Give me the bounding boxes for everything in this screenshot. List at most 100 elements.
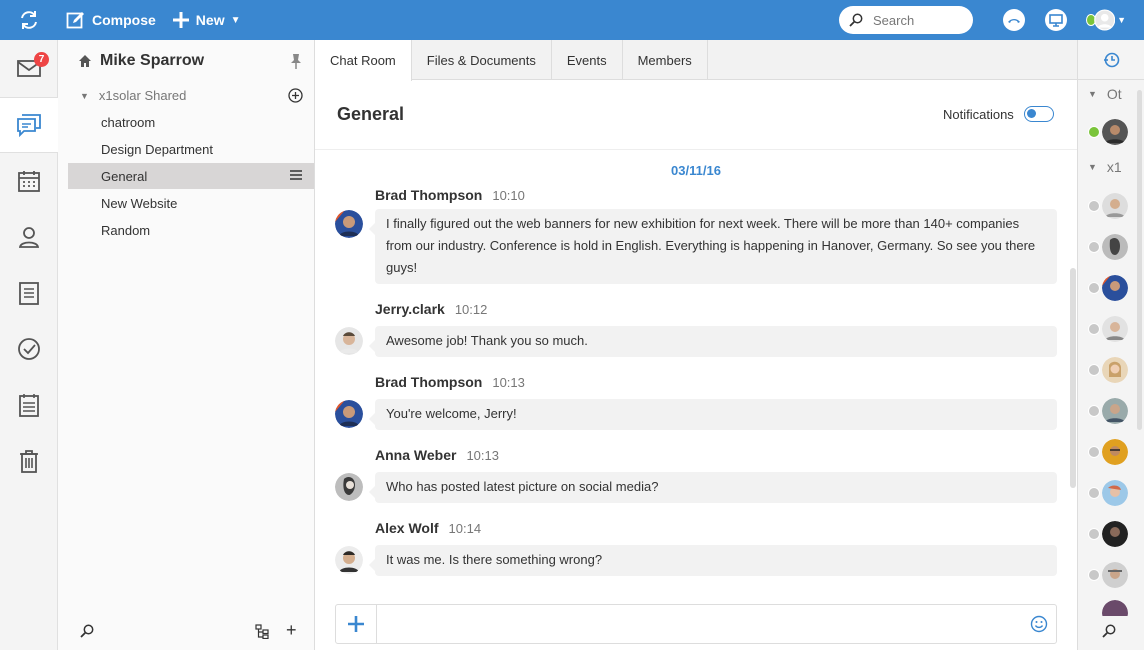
app-rail: 7 — [0, 40, 58, 650]
channel-item-new-website[interactable]: New Website — [68, 190, 314, 216]
monitor-icon — [1045, 9, 1067, 31]
tab-events[interactable]: Events — [552, 40, 623, 80]
message-author: Jerry.clark — [375, 301, 445, 317]
avatar — [1102, 600, 1128, 616]
status-dot — [1088, 323, 1100, 335]
avatar — [1102, 316, 1128, 342]
contact-group-header[interactable]: ▼ Ot — [1088, 86, 1122, 102]
rail-item-schedule[interactable] — [0, 377, 58, 433]
tab-label: Events — [566, 52, 607, 68]
channel-item-random[interactable]: Random — [68, 217, 314, 243]
channel-panel: Mike Sparrow ▼ x1solar Shared chatroom D… — [58, 40, 315, 650]
contact-item[interactable] — [1088, 396, 1138, 426]
search-icon[interactable] — [1102, 624, 1116, 638]
status-dot — [1088, 528, 1100, 540]
refresh-button[interactable] — [0, 0, 58, 40]
contact-item[interactable] — [1088, 437, 1138, 467]
top-bar: Compose New ▼ Search ▼ — [0, 0, 1144, 40]
rail-item-notes[interactable] — [0, 265, 58, 321]
channel-label: New Website — [101, 195, 178, 211]
channel-item-design-department[interactable]: Design Department — [68, 136, 314, 162]
message-author: Brad Thompson — [375, 374, 483, 390]
message-item: Alex Wolf 10:14 It was me. Is there some… — [335, 520, 1057, 580]
status-dot — [1088, 569, 1100, 581]
pin-icon[interactable] — [290, 53, 302, 69]
attach-button[interactable] — [336, 605, 377, 643]
status-dot — [1088, 364, 1100, 376]
group-header[interactable]: ▼ x1solar Shared — [80, 88, 186, 103]
tree-view-icon[interactable] — [255, 624, 269, 639]
message-bubble: Awesome job! Thank you so much. — [369, 326, 1057, 357]
message-time: 10:13 — [492, 375, 525, 390]
message-bubble: It was me. Is there something wrong? — [369, 545, 1057, 576]
compose-button[interactable]: Compose — [58, 0, 164, 40]
refresh-icon — [21, 11, 37, 29]
contact-item[interactable] — [1088, 478, 1138, 508]
contacts-icon — [19, 227, 39, 248]
channel-item-chatroom[interactable]: chatroom — [68, 109, 314, 135]
tasks-icon — [18, 338, 40, 360]
rail-item-trash[interactable] — [0, 433, 58, 489]
rail-item-contacts[interactable] — [0, 209, 58, 265]
tab-chat-room[interactable]: Chat Room — [315, 40, 412, 81]
home-icon — [79, 55, 91, 67]
rail-item-tasks[interactable] — [0, 321, 58, 377]
message-composer[interactable] — [335, 604, 1057, 644]
message-meta: Jerry.clark 10:12 — [375, 301, 487, 317]
chevron-down-icon: ▼ — [230, 14, 241, 26]
channel-label: Random — [101, 222, 151, 238]
rail-item-mail[interactable]: 7 — [0, 40, 58, 96]
message-author: Brad Thompson — [375, 187, 483, 203]
message-bubble: I finally figured out the web banners fo… — [369, 209, 1057, 284]
status-dot — [1088, 487, 1100, 499]
add-channel-button[interactable]: + — [286, 620, 297, 641]
contacts-scrollbar[interactable] — [1137, 90, 1142, 430]
tab-members[interactable]: Members — [623, 40, 708, 80]
user-menu[interactable]: ▼ — [1086, 5, 1126, 35]
rail-item-chat[interactable] — [0, 97, 58, 153]
contacts-panel: ▼ Ot ▼ x1 — [1077, 40, 1144, 650]
channel-label: General — [101, 168, 148, 184]
call-button[interactable] — [1002, 8, 1026, 32]
contact-item[interactable] — [1088, 314, 1138, 344]
avatar — [1102, 562, 1128, 588]
contact-item[interactable] — [1088, 600, 1138, 616]
trash-icon — [20, 450, 38, 473]
new-button[interactable]: New ▼ — [164, 0, 249, 40]
emoji-icon[interactable] — [1030, 615, 1048, 633]
contact-item[interactable] — [1088, 117, 1138, 147]
message-list[interactable]: 03/11/16 Brad Thompson 10:10 I finally f… — [315, 151, 1077, 601]
contact-group-header[interactable]: ▼ x1 — [1088, 159, 1122, 175]
phone-icon — [1003, 9, 1025, 31]
tab-files-documents[interactable]: Files & Documents — [412, 40, 552, 80]
channel-item-general[interactable]: General — [68, 163, 314, 189]
history-icon[interactable] — [1103, 52, 1120, 68]
status-dot — [1088, 405, 1100, 417]
contact-item[interactable] — [1088, 560, 1138, 590]
contact-item[interactable] — [1088, 191, 1138, 221]
screen-share-button[interactable] — [1044, 8, 1068, 32]
contact-item[interactable] — [1088, 232, 1138, 262]
avatar — [1102, 275, 1128, 301]
plus-icon — [348, 616, 364, 632]
message-item: Jerry.clark 10:12 Awesome job! Thank you… — [335, 301, 1057, 361]
contact-item[interactable] — [1088, 519, 1138, 549]
avatar — [335, 473, 363, 501]
search-input[interactable]: Search — [839, 6, 973, 34]
channel-header: General Notifications — [315, 80, 1077, 150]
add-circle-icon[interactable] — [288, 88, 303, 103]
hamburger-menu-icon[interactable] — [290, 169, 302, 181]
message-time: 10:10 — [492, 188, 525, 203]
message-scrollbar[interactable] — [1070, 268, 1076, 488]
contact-item[interactable] — [1088, 355, 1138, 385]
message-time: 10:13 — [466, 448, 499, 463]
avatar — [1102, 398, 1128, 424]
panel-header: Mike Sparrow — [78, 52, 204, 70]
chat-main: Chat Room Files & Documents Events Membe… — [315, 40, 1077, 650]
notifications-toggle[interactable] — [1023, 106, 1054, 122]
chevron-down-icon: ▼ — [1088, 162, 1097, 172]
rail-item-calendar[interactable] — [0, 153, 58, 209]
tab-label: Files & Documents — [426, 52, 536, 68]
contact-item[interactable] — [1088, 273, 1138, 303]
search-icon[interactable] — [80, 624, 94, 638]
